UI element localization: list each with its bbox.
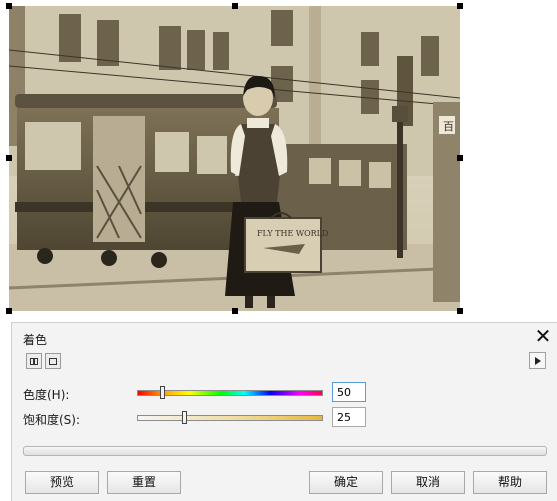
help-button[interactable]: 帮助	[473, 471, 547, 494]
suitcase-text: FLY THE WORLD	[257, 229, 328, 238]
selection-handle-middle-right[interactable]	[457, 155, 463, 161]
colorize-dialog: 着色 ✕ 色度(H): 饱和度(S): 预览 重置 确定 取消 帮助	[11, 322, 557, 501]
selection-handle-bottom-right[interactable]	[457, 308, 463, 314]
hue-slider[interactable]	[137, 386, 323, 399]
close-icon[interactable]: ✕	[532, 325, 554, 347]
split-view-icon[interactable]	[26, 353, 42, 369]
photo-illustration: 百 FLY THE WORLD	[9, 6, 460, 311]
reset-button[interactable]: 重置	[107, 471, 181, 494]
hue-slider-thumb[interactable]	[159, 386, 165, 399]
ok-button[interactable]: 确定	[309, 471, 383, 494]
hue-label: 色度(H):	[23, 388, 70, 402]
sepia-photo[interactable]: 百 FLY THE WORLD	[9, 6, 460, 311]
document-canvas[interactable]: 百 FLY THE WORLD	[0, 0, 557, 322]
hue-input[interactable]	[332, 382, 366, 402]
selection-handle-top-center[interactable]	[232, 3, 238, 9]
saturation-label: 饱和度(S):	[23, 413, 81, 427]
saturation-input[interactable]	[332, 407, 366, 427]
selection-handle-top-right[interactable]	[457, 3, 463, 9]
selection-handle-bottom-left[interactable]	[6, 308, 12, 314]
dialog-title: 着色	[23, 333, 48, 347]
single-view-icon[interactable]	[45, 353, 61, 369]
progress-bar	[23, 446, 547, 456]
flyout-menu-arrow-icon[interactable]	[529, 352, 546, 369]
preview-button[interactable]: 预览	[25, 471, 99, 494]
cancel-button[interactable]: 取消	[391, 471, 465, 494]
saturation-slider-thumb[interactable]	[182, 411, 187, 424]
sign-text: 百	[443, 120, 454, 133]
selection-handle-bottom-center[interactable]	[232, 308, 238, 314]
saturation-slider[interactable]	[137, 411, 323, 424]
selection-handle-top-left[interactable]	[6, 3, 12, 9]
selection-handle-middle-left[interactable]	[6, 155, 12, 161]
